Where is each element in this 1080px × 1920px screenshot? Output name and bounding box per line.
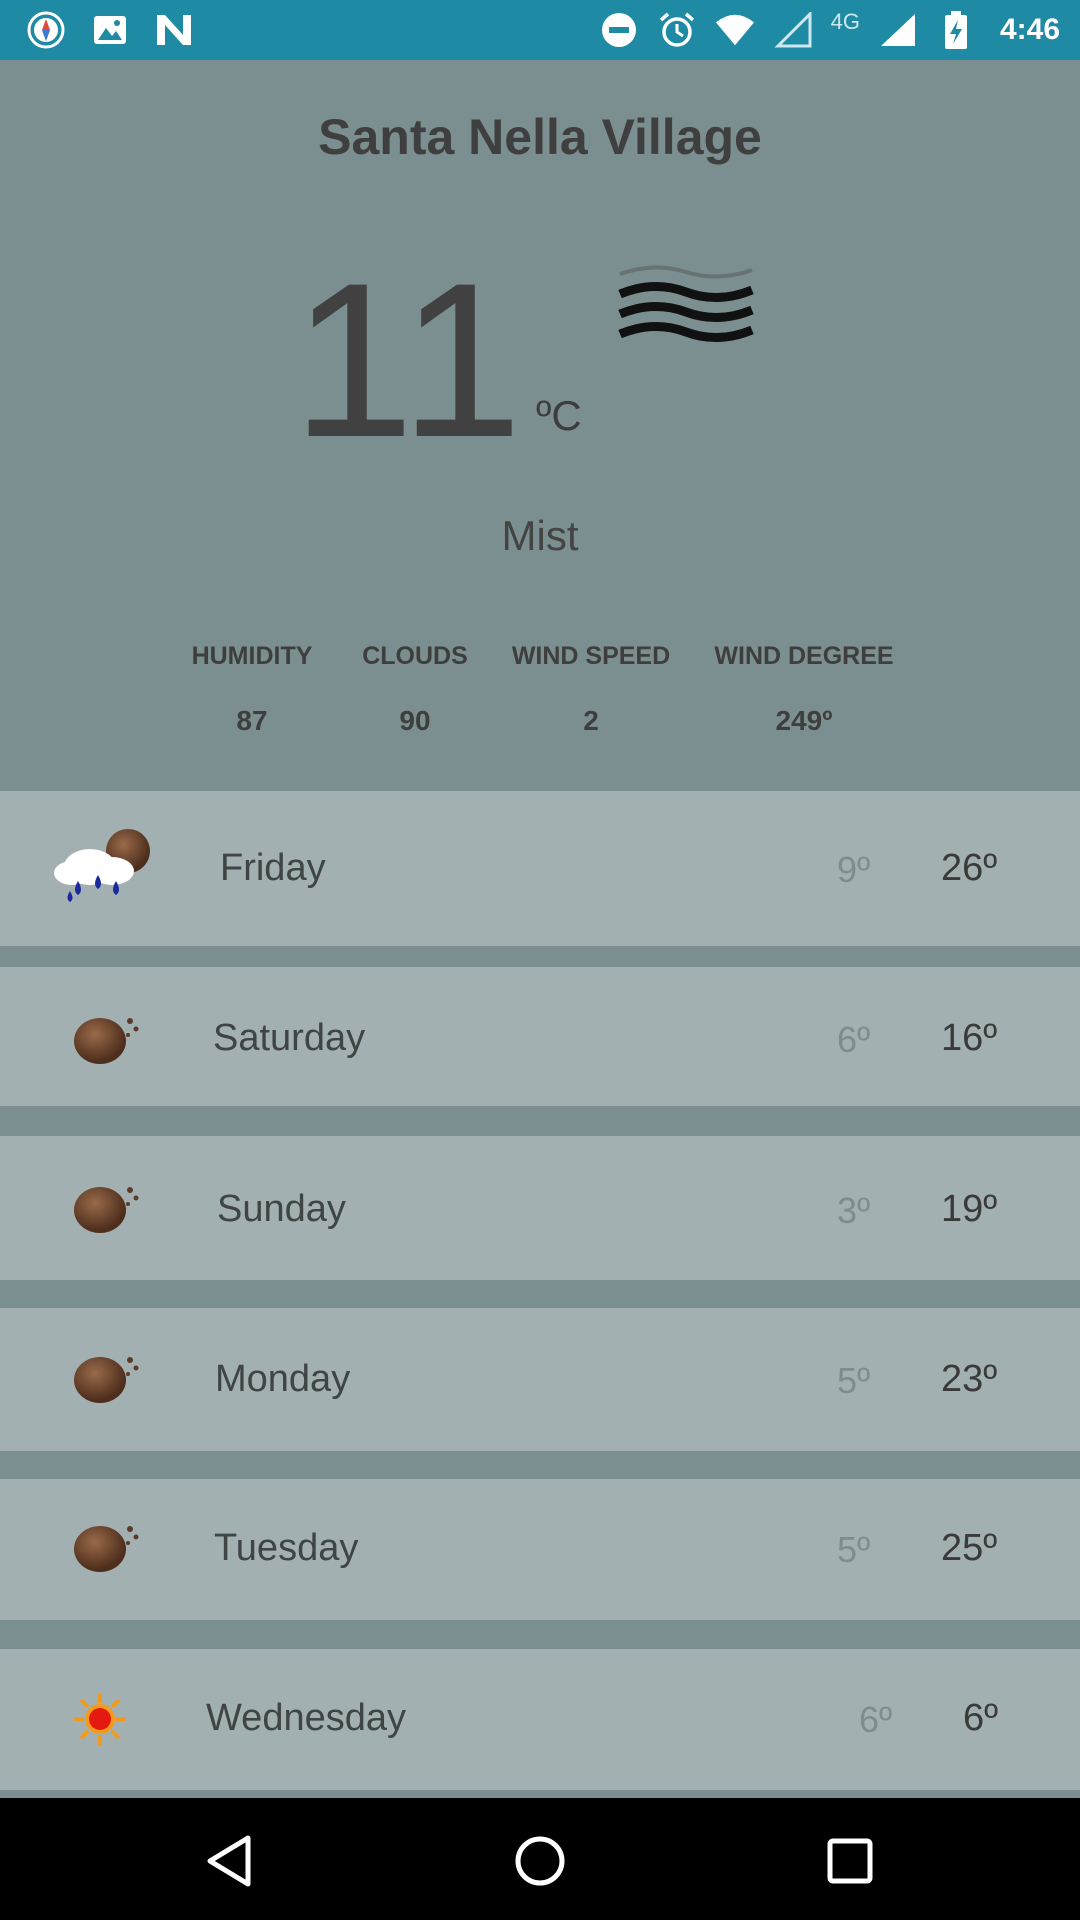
mist-icon (616, 260, 756, 350)
stat-label: HUMIDITY (191, 642, 313, 670)
status-bar: 4G 4:46 (0, 0, 1080, 60)
do-not-disturb-icon (599, 10, 639, 50)
temp-high: 16º (941, 1017, 998, 1059)
day-name: Friday (220, 847, 326, 889)
sun-icon (70, 1689, 130, 1749)
stat-wind-degree: WIND DEGREE 249º (706, 642, 902, 737)
stat-label: WIND DEGREE (714, 642, 894, 670)
network-type: 4G (830, 9, 860, 34)
temp-high: 23º (941, 1358, 998, 1400)
forecast-row-saturday[interactable]: Saturday 6º 16º (0, 967, 1080, 1106)
status-bar-system: 4G 4:46 (599, 6, 1060, 54)
day-name: Tuesday (214, 1527, 359, 1569)
forecast-row-sunday[interactable]: Sunday 3º 19º (0, 1136, 1080, 1280)
forecast-row-wednesday[interactable]: Wednesday 6º 6º (0, 1649, 1080, 1790)
stat-value: 87 (236, 705, 268, 736)
temp-high: 6º (963, 1697, 999, 1739)
stat-value: 249º (775, 705, 833, 736)
signal-empty-icon (773, 10, 813, 50)
temp-low: 5º (837, 1360, 871, 1401)
image-icon (90, 10, 130, 50)
temp-low: 5º (837, 1529, 871, 1570)
temp-high: 19º (941, 1188, 998, 1230)
compass-icon (26, 10, 66, 50)
weather-description: Mist (501, 512, 579, 559)
current-temperature: 11 (292, 237, 525, 483)
clock: 4:46 (999, 13, 1060, 46)
temp-low: 9º (837, 849, 871, 890)
temp-low: 6º (859, 1699, 893, 1740)
forecast-row-friday[interactable]: Friday 9º 26º (0, 791, 1080, 946)
stat-humidity: HUMIDITY 87 (180, 642, 324, 737)
wifi-icon (715, 10, 755, 50)
status-bar-notifications (26, 10, 194, 50)
alarm-icon (657, 10, 697, 50)
forecast-row-monday[interactable]: Monday 5º 23º (0, 1308, 1080, 1451)
temp-high: 25º (941, 1527, 998, 1569)
back-icon[interactable] (196, 1826, 266, 1896)
brown-planet-icon (70, 1176, 166, 1256)
navigation-bar (0, 1798, 1080, 1920)
city-name: Santa Nella Village (318, 109, 762, 165)
forecast-row-tuesday[interactable]: Tuesday 5º 25º (0, 1479, 1080, 1620)
day-name: Monday (215, 1358, 351, 1400)
temp-low: 3º (837, 1190, 871, 1231)
temp-low: 6º (837, 1019, 871, 1060)
current-weather-panel: Santa Nella Village 11 ºC Mist HUMIDITY … (0, 60, 1080, 790)
temperature-unit: ºC (536, 392, 582, 439)
rain-cloud-icon (50, 829, 150, 909)
signal-icon (878, 10, 918, 50)
day-name: Sunday (217, 1188, 346, 1230)
battery-charging-icon (936, 10, 976, 50)
home-icon[interactable] (505, 1826, 575, 1896)
stat-clouds: CLOUDS 90 (355, 642, 475, 737)
day-name: Wednesday (206, 1697, 406, 1739)
day-name: Saturday (213, 1017, 366, 1059)
stat-value: 2 (583, 705, 599, 736)
brown-planet-icon (70, 1346, 166, 1426)
stat-label: CLOUDS (362, 642, 468, 670)
stat-label: WIND SPEED (511, 642, 671, 670)
n-logo-icon (154, 10, 194, 50)
temp-high: 26º (941, 847, 998, 889)
brown-planet-icon (70, 1515, 166, 1595)
brown-planet-icon (70, 1007, 166, 1087)
stat-value: 90 (399, 705, 431, 736)
recents-icon[interactable] (815, 1826, 885, 1896)
stat-wind-speed: WIND SPEED 2 (505, 642, 677, 737)
